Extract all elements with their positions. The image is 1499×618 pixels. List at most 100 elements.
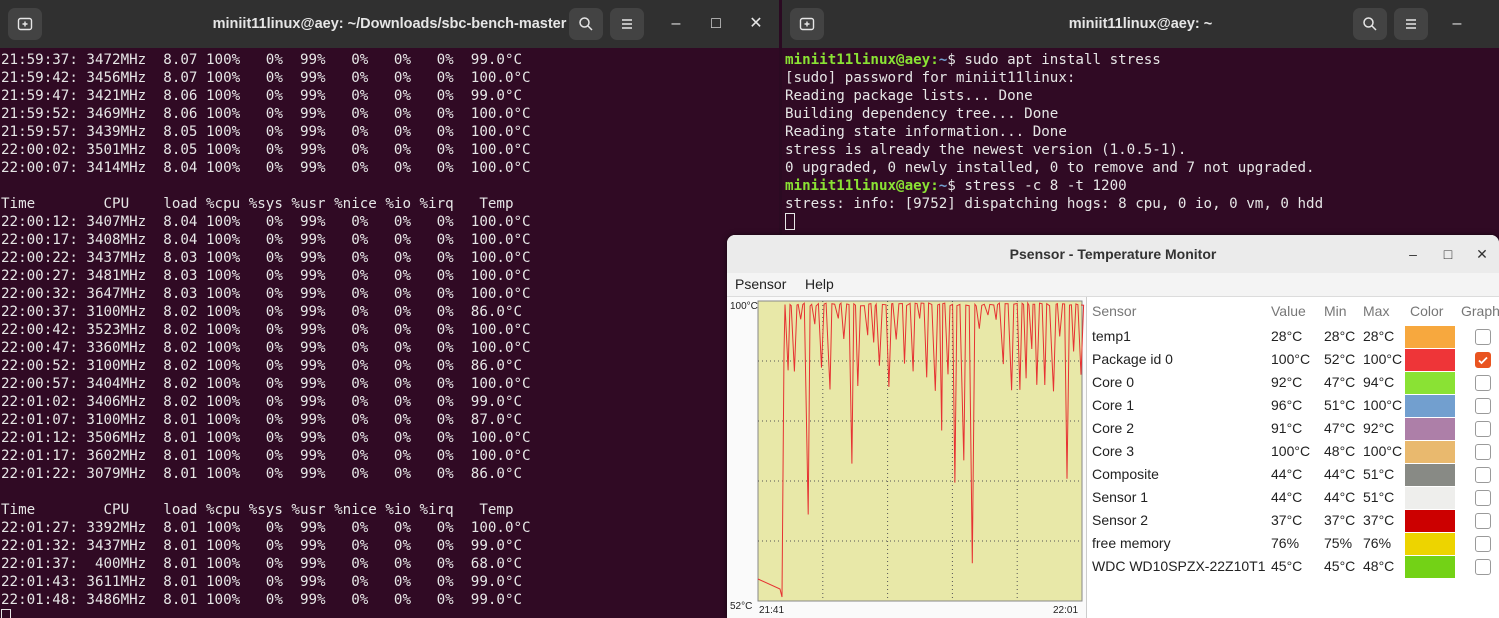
color-swatch[interactable] (1405, 441, 1455, 463)
color-swatch[interactable] (1405, 556, 1455, 578)
terminal-text: Reading package lists... Done (785, 88, 1033, 104)
terminal-line: 22:01:22: 3079MHz 8.01 100% 0% 99% 0% 0%… (1, 466, 523, 482)
sensor-row[interactable]: Core 3 100°C 48°C 100°C (1087, 440, 1499, 463)
color-swatch[interactable] (1405, 326, 1455, 348)
sensor-name: Composite (1092, 466, 1159, 482)
col-color[interactable]: Color (1410, 303, 1443, 319)
terminal-text: Building dependency tree... Done (785, 106, 1059, 122)
graph-checkbox[interactable] (1475, 398, 1491, 414)
sensor-row[interactable]: Package id 0 100°C 52°C 100°C (1087, 348, 1499, 371)
sensor-row[interactable]: Composite 44°C 44°C 51°C (1087, 463, 1499, 486)
terminal-line: miniit11linux@aey:~$ stress -c 8 -t 1200 (785, 177, 1499, 195)
terminal-line: 22:01:02: 3406MHz 8.02 100% 0% 99% 0% 0%… (1, 394, 523, 410)
shell-prompt: miniit11linux@aey: (785, 52, 939, 68)
color-swatch[interactable] (1405, 372, 1455, 394)
sensor-row[interactable]: Core 0 92°C 47°C 94°C (1087, 371, 1499, 394)
graph-checkbox[interactable] (1475, 375, 1491, 391)
terminal-text: 0 upgraded, 0 newly installed, 0 to remo… (785, 160, 1315, 176)
terminal-output[interactable]: 21:59:37: 3472MHz 8.07 100% 0% 99% 0% 0%… (1, 51, 779, 618)
terminal-line: 22:01:07: 3100MHz 8.01 100% 0% 99% 0% 0%… (1, 412, 523, 428)
color-swatch[interactable] (1405, 533, 1455, 555)
sensor-max: 37°C (1363, 512, 1395, 528)
menu-button[interactable] (610, 8, 644, 40)
sensor-value: 37°C (1271, 512, 1303, 528)
search-icon (579, 17, 593, 31)
color-swatch[interactable] (1405, 395, 1455, 417)
graph-checkbox[interactable] (1475, 536, 1491, 552)
sensor-row[interactable]: free memory 76% 75% 76% (1087, 532, 1499, 555)
sensor-max: 92°C (1363, 420, 1395, 436)
terminal-line: 22:00:12: 3407MHz 8.04 100% 0% 99% 0% 0%… (1, 214, 531, 230)
sensor-min: 48°C (1324, 443, 1356, 459)
terminal-text: stress is already the newest version (1.… (785, 142, 1187, 158)
col-value[interactable]: Value (1271, 303, 1306, 319)
col-max[interactable]: Max (1363, 303, 1389, 319)
graph-checkbox[interactable] (1475, 421, 1491, 437)
color-swatch[interactable] (1405, 464, 1455, 486)
sensor-max: 48°C (1363, 558, 1395, 574)
graph-checkbox[interactable] (1475, 513, 1491, 529)
col-min[interactable]: Min (1324, 303, 1347, 319)
sensor-max: 28°C (1363, 328, 1395, 344)
sensor-name: Package id 0 (1092, 351, 1173, 367)
sensor-name: Core 3 (1092, 443, 1135, 459)
search-button[interactable] (1353, 8, 1387, 40)
sensor-row[interactable]: WDC WD10SPZX-22Z10T1 45°C 45°C 48°C (1087, 555, 1499, 578)
search-button[interactable] (569, 8, 603, 40)
minimize-button[interactable]: – (1447, 14, 1467, 34)
sensor-row[interactable]: Core 2 91°C 47°C 92°C (1087, 417, 1499, 440)
menu-psensor[interactable]: Psensor (735, 276, 786, 292)
terminal-line: 22:00:22: 3437MHz 8.03 100% 0% 99% 0% 0%… (1, 250, 531, 266)
sensor-value: 92°C (1271, 374, 1303, 390)
terminal-cursor (1, 609, 11, 618)
terminal-line: 22:00:02: 3501MHz 8.05 100% 0% 99% 0% 0%… (1, 142, 531, 158)
sensor-name: temp1 (1092, 328, 1131, 344)
psensor-window[interactable]: Psensor - Temperature Monitor – □ ✕ Psen… (727, 235, 1499, 618)
sensor-row[interactable]: temp1 28°C 28°C 28°C (1087, 325, 1499, 348)
terminal-line: 22:00:42: 3523MHz 8.02 100% 0% 99% 0% 0%… (1, 322, 531, 338)
temperature-graph: 100°C 52°C 21:41 22:01 (727, 297, 1085, 618)
close-button[interactable]: ✕ (1472, 244, 1492, 264)
maximize-button[interactable]: □ (706, 14, 726, 34)
window-title: miniit11linux@aey: ~/Downloads/sbc-bench… (212, 16, 567, 32)
x-end-label: 22:01 (1053, 605, 1079, 616)
minimize-button[interactable]: – (666, 14, 686, 34)
graph-checkbox[interactable] (1475, 444, 1491, 460)
terminal-window-left[interactable]: miniit11linux@aey: ~/Downloads/sbc-bench… (0, 0, 779, 618)
sensor-row[interactable]: Sensor 2 37°C 37°C 37°C (1087, 509, 1499, 532)
sensor-min: 47°C (1324, 374, 1356, 390)
sensor-max: 100°C (1363, 397, 1403, 413)
menu-help[interactable]: Help (805, 276, 834, 292)
graph-checkbox[interactable] (1475, 559, 1491, 575)
color-swatch[interactable] (1405, 510, 1455, 532)
sensor-value: 91°C (1271, 420, 1303, 436)
sensor-min: 75% (1324, 535, 1353, 551)
graph-checkbox[interactable] (1475, 467, 1491, 483)
terminal-line: 22:01:43: 3611MHz 8.01 100% 0% 99% 0% 0%… (1, 574, 523, 590)
sensor-value: 44°C (1271, 466, 1303, 482)
col-graph[interactable]: Graph (1461, 303, 1499, 319)
graph-checkbox[interactable] (1475, 490, 1491, 506)
close-button[interactable]: ✕ (746, 14, 766, 34)
color-swatch[interactable] (1405, 349, 1455, 371)
terminal-text: [sudo] password for miniit11linux: (785, 70, 1076, 86)
menubar: Psensor Help (727, 273, 1499, 297)
sensor-name: Core 2 (1092, 420, 1135, 436)
minimize-button[interactable]: – (1403, 244, 1423, 264)
terminal-text: $ sudo apt install stress (947, 52, 1161, 68)
col-sensor[interactable]: Sensor (1092, 303, 1136, 319)
sensor-max: 76% (1363, 535, 1392, 551)
graph-checkbox[interactable] (1475, 329, 1491, 345)
sensor-row[interactable]: Core 1 96°C 51°C 100°C (1087, 394, 1499, 417)
color-swatch[interactable] (1405, 487, 1455, 509)
sensor-row[interactable]: Sensor 1 44°C 44°C 51°C (1087, 486, 1499, 509)
terminal-line: 22:01:37: 400MHz 8.01 100% 0% 99% 0% 0% … (1, 556, 523, 572)
maximize-button[interactable]: □ (1438, 244, 1458, 264)
graph-checkbox[interactable] (1475, 352, 1491, 368)
terminal-line: 22:00:57: 3404MHz 8.02 100% 0% 99% 0% 0%… (1, 376, 531, 392)
x-start-label: 21:41 (759, 605, 785, 616)
terminal-line: 21:59:42: 3456MHz 8.07 100% 0% 99% 0% 0%… (1, 70, 531, 86)
menu-button[interactable] (1394, 8, 1428, 40)
color-swatch[interactable] (1405, 418, 1455, 440)
terminal-line: miniit11linux@aey:~$ sudo apt install st… (785, 51, 1499, 69)
